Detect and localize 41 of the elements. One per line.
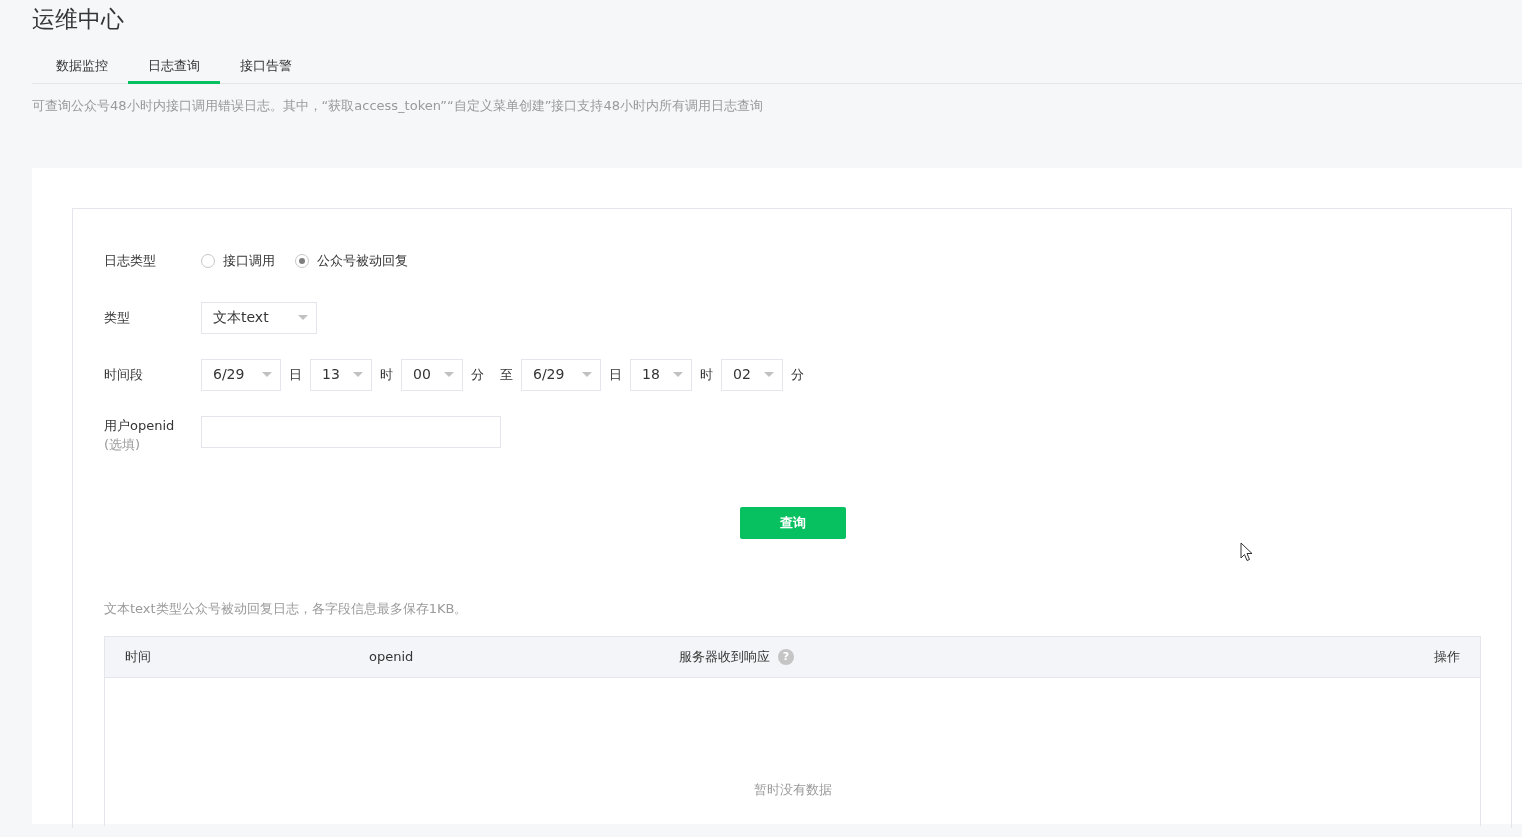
description-text: 可查询公众号48小时内接口调用错误日志。其中，“获取access_token”“自定义菜单创建”接口支持48小时内所有调用日志查询 [31,97,764,115]
empty-message: 暂时没有数据 [753,782,832,797]
radio-option[interactable]: 接口调用 [201,250,275,271]
column-header: 服务器收到响应 [679,648,770,667]
note-text: 文本text类型公众号被动回复日志，各字段信息最多保存1KB。 [104,599,469,618]
time-select[interactable]: 02 [721,358,783,391]
unit-label: 分 [471,365,484,384]
caret-icon [262,372,272,377]
field-label: 用户openid [104,416,176,435]
column-header: openid [369,648,414,667]
type-select[interactable]: 文本text [201,301,317,334]
caret-icon [444,372,454,377]
unit-label: 时 [700,365,713,384]
tab[interactable]: 数据监控 [36,50,128,84]
caret-icon [764,372,774,377]
openid-input[interactable] [201,415,501,448]
optional-hint: (选填) [104,436,142,454]
caret-icon [298,315,308,320]
unit-label: 日 [289,365,302,384]
column-header: 操作 [1434,648,1460,667]
field-label: 时间段 [104,365,144,384]
mouse-cursor-icon [1240,542,1254,562]
unit-label: 分 [791,365,804,384]
field-label: 类型 [104,308,131,327]
caret-icon [582,372,592,377]
column-header: 时间 [125,648,151,667]
unit-label: 日 [609,365,622,384]
tab[interactable]: 接口告警 [220,50,312,84]
caret-icon [673,372,683,377]
unit-label: 时 [380,365,393,384]
time-select[interactable]: 6/29 [521,358,601,391]
time-select[interactable]: 13 [310,358,372,391]
field-label: 日志类型 [104,251,157,270]
time-select[interactable]: 6/29 [201,358,281,391]
time-select[interactable]: 00 [401,358,463,391]
page-title: 运维中心 [31,5,125,34]
caret-icon [353,372,363,377]
tab[interactable]: 日志查询 [128,50,220,84]
radio-option[interactable]: 公众号被动回复 [295,250,408,271]
unit-label: 至 [500,365,513,384]
time-select[interactable]: 18 [630,358,692,391]
